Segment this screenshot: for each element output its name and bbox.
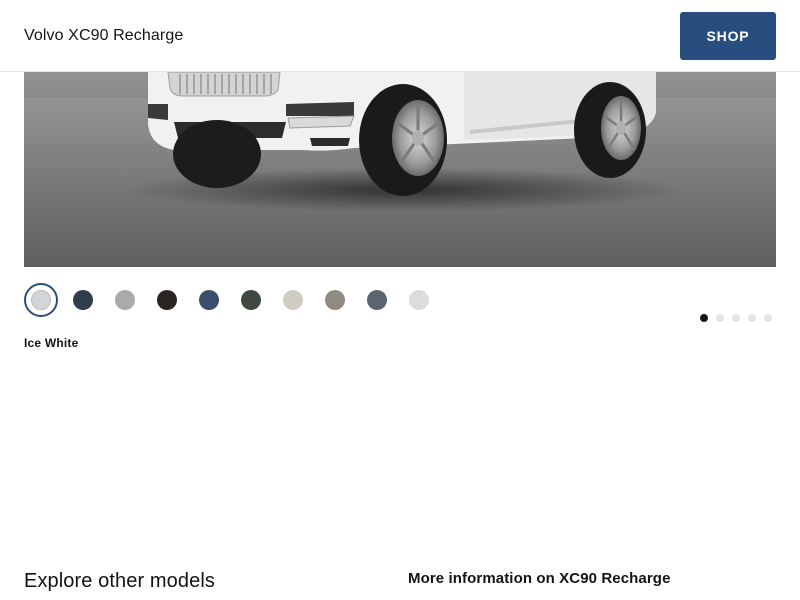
color-swatch-fill	[157, 290, 177, 310]
carousel-page-dot[interactable]	[764, 314, 772, 322]
color-swatch[interactable]	[108, 283, 142, 317]
color-swatch-fill	[241, 290, 261, 310]
color-swatch-fill	[73, 290, 93, 310]
color-swatch-fill	[283, 290, 303, 310]
color-swatch[interactable]	[150, 283, 184, 317]
color-swatch-fill	[325, 290, 345, 310]
car-image	[24, 72, 776, 267]
color-swatch[interactable]	[360, 283, 394, 317]
page-header: Volvo XC90 Recharge SHOP	[0, 0, 800, 72]
explore-models-heading: Explore other models	[24, 570, 215, 592]
color-swatch[interactable]	[402, 283, 436, 317]
more-info-heading: More information on XC90 Recharge	[408, 570, 671, 587]
color-swatch-fill	[115, 290, 135, 310]
carousel-page-dot[interactable]	[748, 314, 756, 322]
car-illustration	[24, 72, 776, 267]
color-swatch-fill	[31, 290, 51, 310]
shop-button[interactable]: SHOP	[680, 12, 776, 60]
color-swatch[interactable]	[66, 283, 100, 317]
color-swatch-fill	[199, 290, 219, 310]
color-swatch[interactable]	[234, 283, 268, 317]
page-title: Volvo XC90 Recharge	[24, 27, 184, 44]
color-swatch-fill	[409, 290, 429, 310]
carousel-page-dot[interactable]	[700, 314, 708, 322]
color-swatch-fill	[367, 290, 387, 310]
color-swatch[interactable]	[318, 283, 352, 317]
color-swatch[interactable]	[24, 283, 58, 317]
carousel-page-dot[interactable]	[716, 314, 724, 322]
carousel-page-dot[interactable]	[732, 314, 740, 322]
selected-color-name: Ice White	[24, 336, 79, 350]
color-swatch[interactable]	[192, 283, 226, 317]
color-swatch[interactable]	[276, 283, 310, 317]
